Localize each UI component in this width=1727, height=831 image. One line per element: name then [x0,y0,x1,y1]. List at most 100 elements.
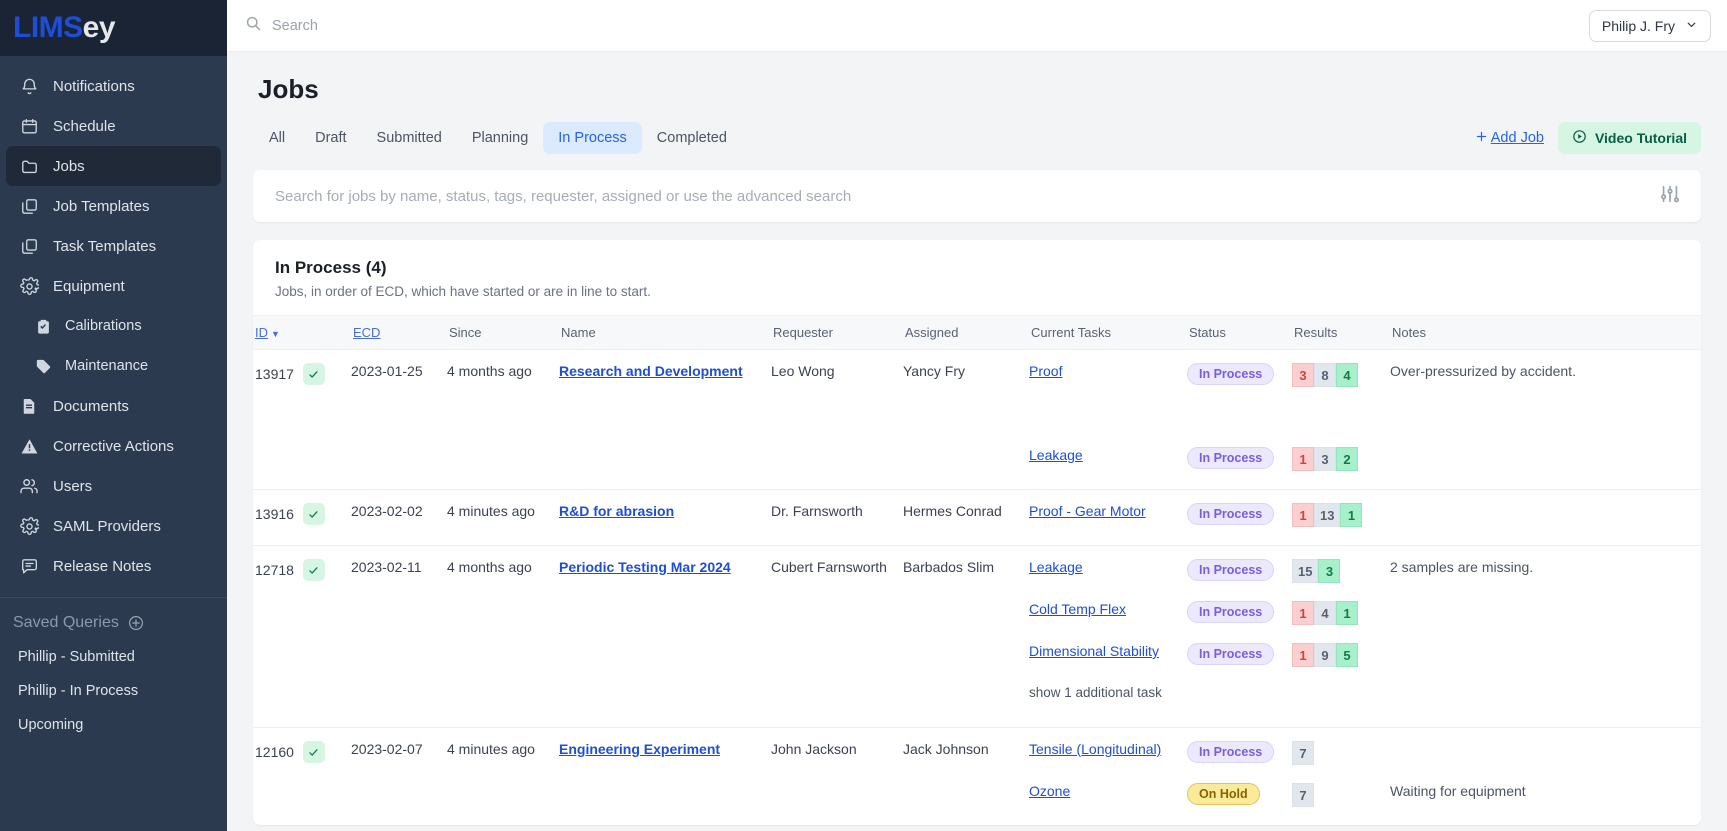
result-badge-gray: 15 [1292,559,1319,583]
sidebar-item-calibrations[interactable]: Calibrations [6,306,221,346]
cell-id: 12160 [253,728,351,826]
job-name-link[interactable]: Periodic Testing Mar 2024 [559,559,731,575]
users-icon [18,475,40,497]
sidebar-item-jobs[interactable]: Jobs [6,146,221,186]
sidebar-item-maintenance[interactable]: Maintenance [6,346,221,386]
check-icon [302,559,325,581]
sidebar-nav: Notifications Schedule Jobs Job Templates Ta… [0,56,227,586]
note-spacer [1390,405,1701,447]
job-name-link[interactable]: Engineering Experiment [559,741,720,757]
tab-draft[interactable]: Draft [300,122,361,154]
jobs-search-input[interactable] [275,187,1659,205]
status-line: In Process [1187,363,1292,405]
add-job-button[interactable]: Add Job [1474,129,1544,148]
video-tutorial-button[interactable]: Video Tutorial [1557,122,1701,154]
task-link[interactable]: Proof - Gear Motor [1029,503,1146,519]
sidebar-item-release-notes[interactable]: Release Notes [6,546,221,586]
tab-completed[interactable]: Completed [642,122,742,154]
column-header-requester: Requester [771,315,903,350]
user-menu-button[interactable]: Philip J. Fry [1588,9,1711,42]
sidebar-item-task-templates[interactable]: Task Templates [6,226,221,266]
task-link[interactable]: Ozone [1029,783,1070,799]
sidebar-item-schedule[interactable]: Schedule [6,106,221,146]
sidebar-item-corrective-actions[interactable]: Corrective Actions [6,426,221,466]
cell-status: In Process In Process In Process [1187,546,1292,728]
column-header-ecd[interactable]: ECD [351,315,447,350]
advanced-filter-icon[interactable] [1659,183,1681,210]
saved-query-item[interactable]: Upcoming [0,708,227,742]
calendar-icon [18,115,40,137]
cell-name: Periodic Testing Mar 2024 [559,546,771,728]
tab-submitted[interactable]: Submitted [362,122,457,154]
task-link[interactable]: Leakage [1029,447,1083,463]
cell-id: 13916 [253,490,351,546]
task-link[interactable]: Dimensional Stability [1029,643,1159,659]
task-line: Leakage [1029,447,1187,489]
cell-assigned: Jack Johnson [903,741,989,757]
sidebar-item-notifications[interactable]: Notifications [6,66,221,106]
table-row[interactable]: 13917 2023-01-25 4 months ago Research a… [253,350,1701,490]
sidebar-item-job-templates[interactable]: Job Templates [6,186,221,226]
note-text: Waiting for equipment [1390,783,1526,799]
task-line: Proof - Gear Motor [1029,503,1187,545]
tab-all[interactable]: All [254,122,300,154]
result-badge-green: 4 [1336,363,1358,387]
global-search[interactable]: Search [245,15,318,36]
cell-assigned: Hermes Conrad [903,503,1002,519]
table-row[interactable]: 12160 2023-02-07 4 minutes ago Engineeri… [253,728,1701,826]
status-badge: In Process [1187,741,1275,763]
cell-status: In Process On Hold [1187,728,1292,826]
column-header-id[interactable]: ID ▼ [253,315,351,350]
task-link[interactable]: Cold Temp Flex [1029,601,1126,617]
column-header-notes: Notes [1390,315,1701,350]
results-badges: 195 [1292,643,1358,667]
results-line: 195 [1292,643,1390,685]
status-badge: In Process [1187,559,1275,581]
job-name-link[interactable]: Research and Development [559,363,743,379]
app-logo[interactable]: LIMSey [13,11,116,45]
add-saved-query-icon[interactable] [128,615,144,631]
check-icon [302,363,325,385]
cell-results: 384132 [1292,350,1390,490]
result-badge-green: 2 [1336,447,1358,471]
result-badge-red: 1 [1292,503,1314,527]
job-name-link[interactable]: R&D for abrasion [559,503,674,519]
gear-icon [18,275,40,297]
logo-bar: LIMSey [0,0,227,56]
logo-text-primary: LIMS [13,11,83,44]
show-additional-tasks[interactable]: show 1 additional task [1029,685,1162,700]
results-badges: 7 [1292,783,1314,807]
task-link[interactable]: Tensile (Longitudinal) [1029,741,1161,757]
cell-since: 4 minutes ago [447,503,535,519]
tag-icon [34,357,53,376]
task-link[interactable]: Proof [1029,363,1062,379]
sidebar-item-saml-providers[interactable]: SAML Providers [6,506,221,546]
check-icon [302,741,325,763]
status-spacer [1187,405,1292,447]
task-line: Cold Temp Flex [1029,601,1187,643]
app-root: LIMSey Notifications Schedule Jobs Job Temp… [0,0,1727,831]
sidebar-item-users[interactable]: Users [6,466,221,506]
cell-name: Research and Development [559,350,771,490]
tab-in-process[interactable]: In Process [543,122,642,154]
column-sort-link[interactable]: ECD [353,325,380,340]
saved-query-item[interactable]: Phillip - Submitted [0,640,227,674]
saved-query-item[interactable]: Phillip - In Process [0,674,227,708]
status-badge: In Process [1187,503,1275,525]
column-header-label: Requester [773,325,833,340]
table-row[interactable]: 12718 2023-02-11 4 months ago Periodic T… [253,546,1701,728]
cell-requester: John Jackson [771,741,857,757]
sidebar-item-documents[interactable]: Documents [6,386,221,426]
cell-id: 13917 [253,350,351,490]
sidebar-item-equipment[interactable]: Equipment [6,266,221,306]
status-badge: In Process [1187,601,1275,623]
tab-planning[interactable]: Planning [457,122,543,154]
column-header-since: Since [447,315,559,350]
status-line: In Process [1187,643,1292,685]
column-header-label: Status [1189,325,1226,340]
column-sort-link[interactable]: ID [255,325,268,340]
table-row[interactable]: 13916 2023-02-02 4 minutes ago R&D for a… [253,490,1701,546]
warning-triangle-icon [18,435,40,457]
copy-icon [18,235,40,257]
task-link[interactable]: Leakage [1029,559,1083,575]
